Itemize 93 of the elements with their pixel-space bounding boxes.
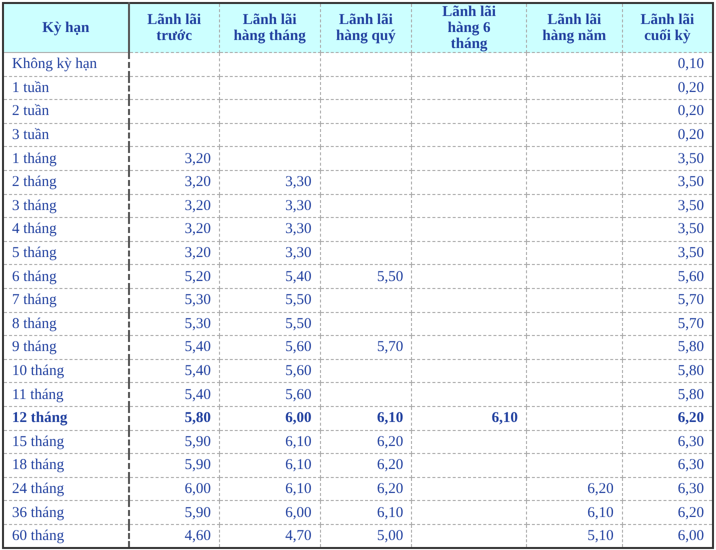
rate-value: 6,10 <box>285 480 312 497</box>
column-header: Lãnh lãi hàng năm <box>526 3 622 52</box>
rate-value: 6,00 <box>678 528 704 544</box>
term-cell: 15 tháng <box>3 430 129 454</box>
rate-value: 5,60 <box>678 268 704 285</box>
rate-value: 0,20 <box>678 103 704 120</box>
rate-value: 3,30 <box>285 198 312 214</box>
term-cell: 7 tháng <box>3 288 129 312</box>
rate-value: 5,70 <box>678 292 704 308</box>
term-cell: 36 tháng <box>3 500 129 524</box>
rate-value: 6,30 <box>678 457 704 474</box>
rate-value: 5,30 <box>184 292 211 308</box>
column-header: Lãnh lãi hàng quý <box>320 3 412 52</box>
rate-value: 6,00 <box>184 480 211 497</box>
column-header: Lãnh lãi hàng tháng <box>219 3 320 52</box>
term-cell: 6 tháng <box>3 264 129 288</box>
rate-value: 5,40 <box>184 363 211 380</box>
term-cell: 3 tháng <box>3 194 129 218</box>
rate-value: 5,60 <box>285 339 312 356</box>
rate-value: 3,30 <box>285 245 312 262</box>
rate-value: 4,60 <box>184 528 211 544</box>
rate-value: 3,50 <box>678 198 704 214</box>
rate-value: 3,50 <box>678 221 704 238</box>
rate-value: 5,70 <box>678 316 704 332</box>
rate-value: 6,20 <box>587 480 614 497</box>
rate-value: 5,20 <box>184 268 211 285</box>
rate-value: 3,20 <box>184 245 211 262</box>
rate-value: 5,70 <box>376 339 404 356</box>
column-header: Lãnh lãi hàng 6 tháng <box>412 3 526 52</box>
rate-value: 3,20 <box>184 198 211 214</box>
term-cell: 1 tháng <box>3 146 129 170</box>
term-cell: 8 tháng <box>3 312 129 336</box>
rate-value: 5,40 <box>184 386 211 403</box>
column-header: Kỳ hạn <box>3 3 129 52</box>
rate-value: 5,40 <box>285 268 312 285</box>
rate-value: 5,90 <box>184 504 211 521</box>
rate-value: 0,20 <box>678 80 704 96</box>
rate-value: 6,10 <box>285 457 312 474</box>
rate-value: 0,10 <box>678 56 704 72</box>
rate-value: 6,00 <box>285 504 312 521</box>
rate-value: 3,50 <box>678 245 704 262</box>
rate-value: 6,20 <box>376 457 404 474</box>
rate-value: 5,80 <box>678 386 704 403</box>
term-cell: 11 tháng <box>3 382 129 406</box>
rate-value: 6,10 <box>376 410 404 426</box>
rate-value: 3,20 <box>184 174 211 190</box>
column-header: Lãnh lãi trước <box>128 3 220 52</box>
rate-value: 3,50 <box>678 150 704 167</box>
term-cell: 24 tháng <box>3 477 129 501</box>
term-cell: 18 tháng <box>3 454 129 478</box>
rate-value: 6,30 <box>678 434 704 450</box>
rate-value: 5,80 <box>184 410 211 426</box>
term-cell: 1 tuần <box>3 76 129 100</box>
rate-value: 3,30 <box>285 221 312 238</box>
rate-value: 6,20 <box>678 410 704 426</box>
term-cell: 4 tháng <box>3 218 129 242</box>
rate-value: 5,60 <box>285 363 312 380</box>
rate-value: 6,00 <box>285 410 312 426</box>
rate-value: 5,90 <box>184 434 211 450</box>
rate-value: 5,50 <box>285 316 312 332</box>
term-cell: Không kỳ hạn <box>3 52 129 76</box>
rate-value: 6,30 <box>678 480 704 497</box>
term-cell: 12 tháng <box>3 406 129 430</box>
term-cell: 9 tháng <box>3 336 129 360</box>
rate-value: 4,70 <box>285 528 312 544</box>
rate-value: 6,20 <box>376 480 404 497</box>
rate-value: 5,10 <box>587 528 614 544</box>
rate-value: 3,30 <box>285 174 312 190</box>
rate-value: 6,10 <box>376 504 404 521</box>
rate-value: 5,60 <box>285 386 312 403</box>
rate-value: 5,90 <box>184 457 211 474</box>
rate-value: 5,30 <box>184 316 211 332</box>
rate-value: 5,40 <box>184 339 211 356</box>
rate-value: 6,10 <box>587 504 614 521</box>
term-cell: 2 tháng <box>3 170 129 194</box>
term-cell: 3 tuần <box>3 123 129 147</box>
term-cell: 2 tuần <box>3 100 129 124</box>
rate-value: 6,20 <box>678 504 704 521</box>
rate-value: 3,20 <box>184 221 211 238</box>
rate-value: 5,00 <box>376 528 404 544</box>
rate-value: 5,50 <box>285 292 312 308</box>
term-cell: 10 tháng <box>3 359 129 383</box>
rate-value: 5,80 <box>678 339 704 356</box>
rate-value: 6,20 <box>376 434 404 450</box>
term-cell: 5 tháng <box>3 241 129 265</box>
rate-value: 5,80 <box>678 363 704 380</box>
rate-value: 6,10 <box>492 410 518 426</box>
column-header: Lãnh lãi cuối kỳ <box>622 3 713 52</box>
rate-value: 0,20 <box>678 127 704 144</box>
rate-value: 6,10 <box>285 434 312 450</box>
rate-value: 3,20 <box>184 150 211 167</box>
rate-value: 5,50 <box>376 268 404 285</box>
rate-value: 3,50 <box>678 174 704 190</box>
